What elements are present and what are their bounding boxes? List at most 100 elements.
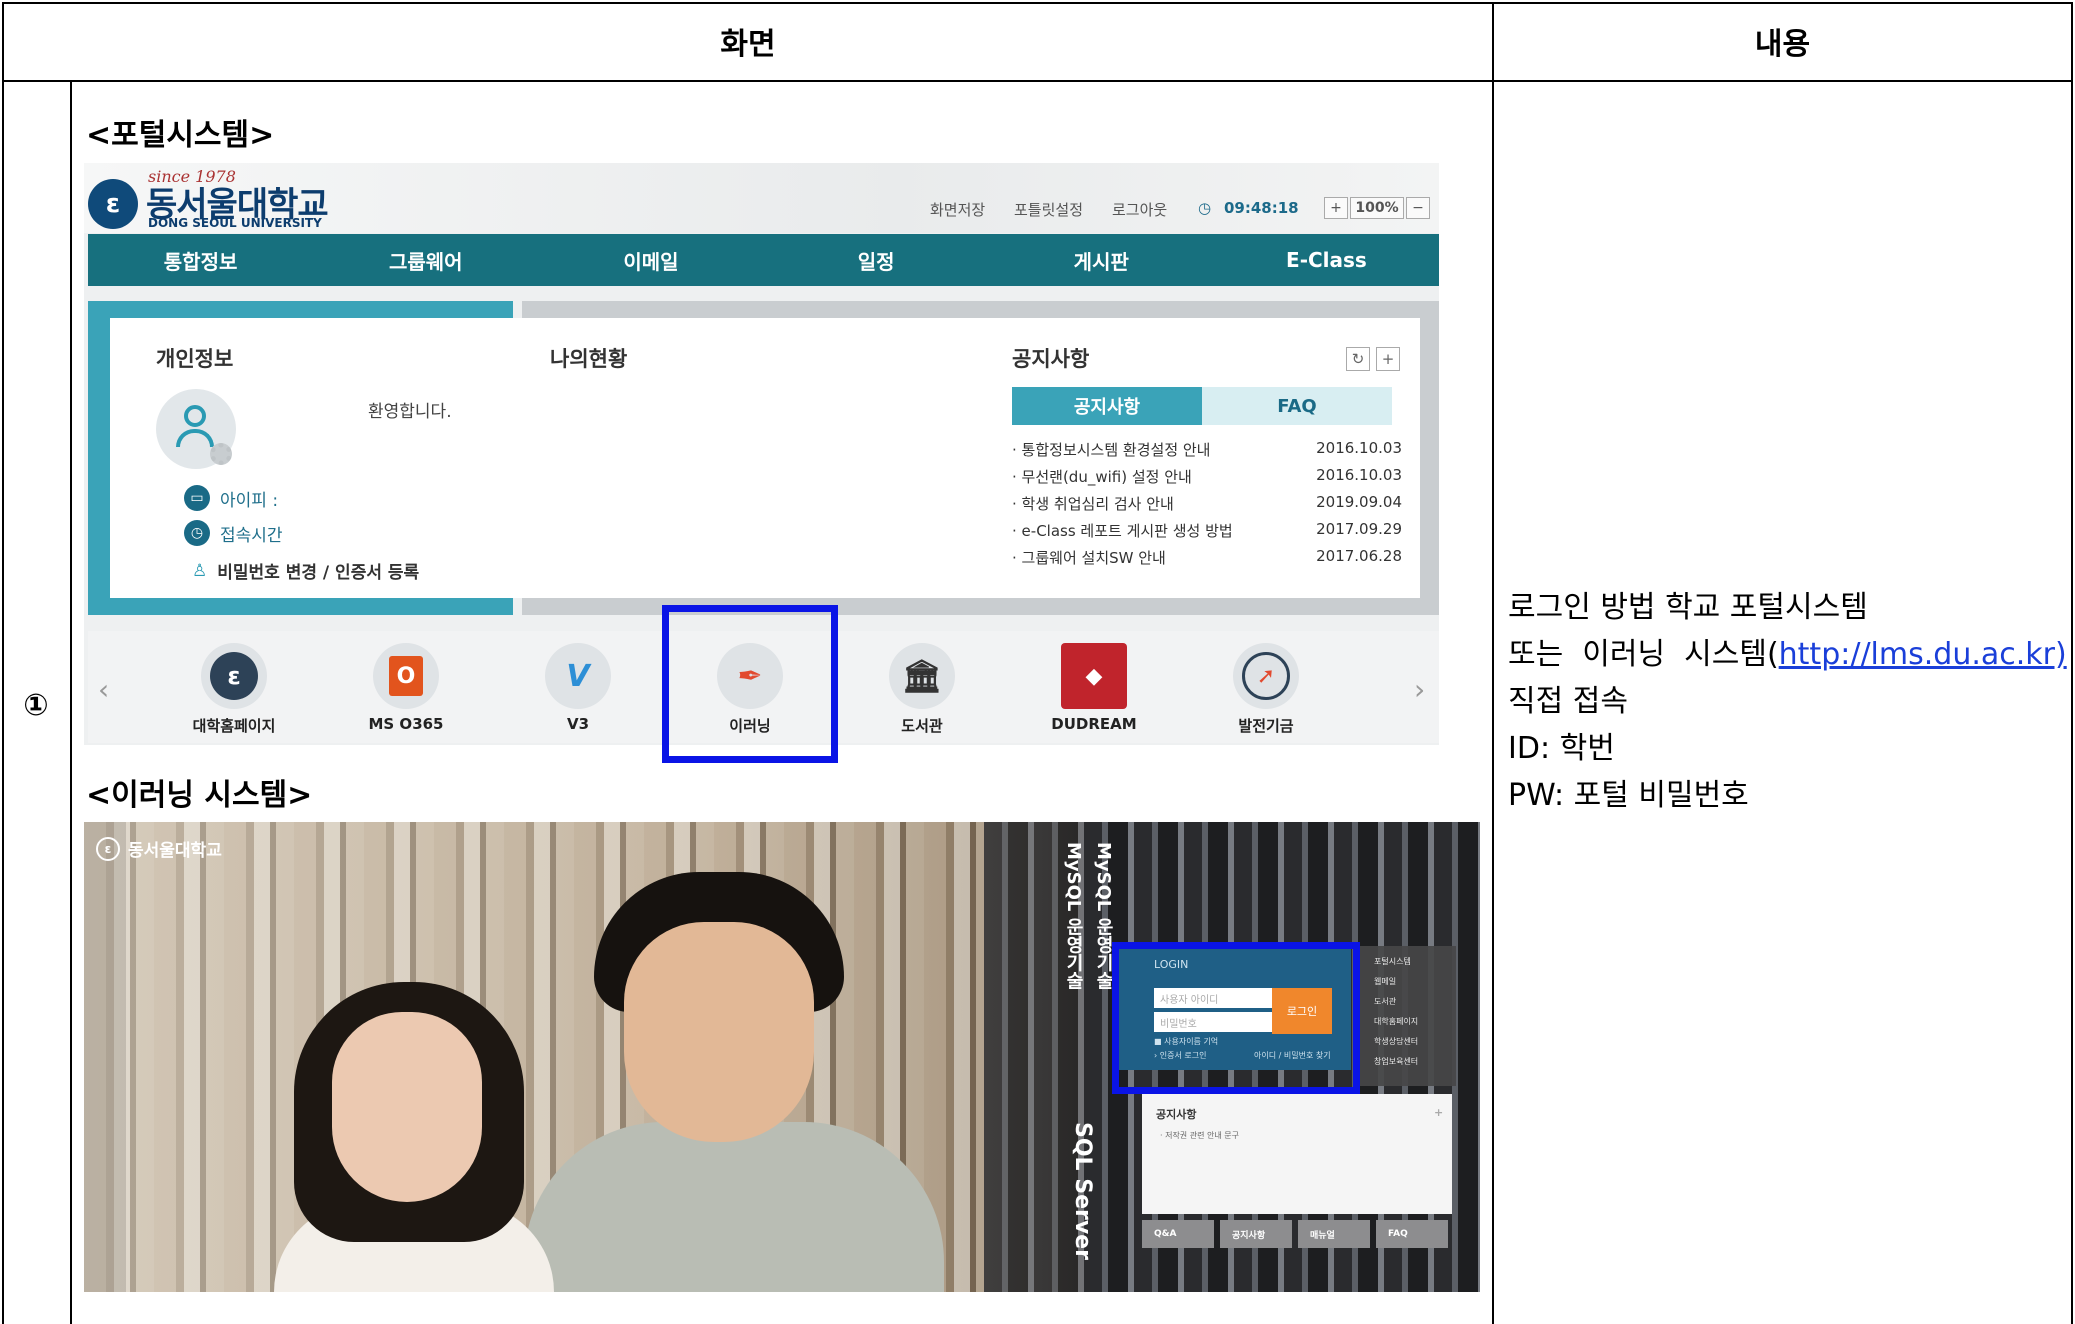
login-highlight-box [1112,942,1360,1094]
nav-item[interactable]: 그룹웨어 [313,234,538,286]
elearning-logo-text: 동서울대학교 [128,841,222,861]
row-number: ① [23,687,49,723]
save-screen-link[interactable]: 화면저장 [930,199,985,220]
quick-link-label: V3 [566,715,590,733]
university-logo-icon: ε [201,643,267,709]
prev-arrow-icon[interactable]: ‹ [98,673,109,706]
university-logo-icon: ε [96,836,120,861]
quick-link-item[interactable]: ◆ DUDREAM [1024,643,1164,733]
notice-item-title: · e-Class 레포트 게시판 생성 방법 [1012,522,1233,540]
dudream-icon: ◆ [1061,643,1127,709]
alarm-clock-icon: ◷ [184,520,210,546]
avatar[interactable] [156,389,236,469]
lms-link[interactable]: http://lms.du.ac.kr) [1779,637,2067,672]
description-line: ID: 학번 [1508,731,1615,766]
side-menu-item[interactable]: 웹메일 [1374,976,1396,987]
elearning-logo: ε 동서울대학교 [96,836,222,861]
logout-link[interactable]: 로그아웃 [1112,199,1167,220]
quick-link-item[interactable]: ε 대학홈페이지 [164,643,304,736]
notice-item-date: 2016.10.03 [1316,466,1402,484]
library-icon: 🏛 [889,643,955,709]
notice-item-title: · 그룹웨어 설치SW 안내 [1012,549,1166,567]
bottom-tab[interactable]: 공지사항 [1220,1220,1292,1248]
side-menu-item[interactable]: 포털시스템 [1374,956,1411,967]
nav-item[interactable]: 게시판 [989,234,1214,286]
table-number-divider [70,80,72,1324]
side-menu-item[interactable]: 대학홈페이지 [1374,1016,1418,1027]
quick-link-item[interactable]: O MS O365 [336,643,476,733]
tab-notice[interactable]: 공지사항 [1012,387,1202,425]
status-title: 나의현황 [550,347,628,371]
quick-link-item[interactable]: V V3 [508,643,648,733]
bottom-tab[interactable]: Q&A [1142,1220,1214,1248]
quick-link-label: 발전기금 [1238,717,1294,735]
book-spine: SQL Server [1070,1122,1095,1260]
nav-item[interactable]: 이메일 [538,234,763,286]
refresh-icon[interactable]: ↻ [1346,347,1370,371]
table-header-divider [2,80,2073,82]
portal-section-title: <포털시스템> [86,118,275,153]
description-line: 직접 접속 [1508,684,1628,719]
person-image [332,1012,482,1202]
notice-item-title: · 학생 취업심리 검사 안내 [1012,495,1174,513]
bottom-tab[interactable]: FAQ [1376,1220,1448,1248]
clock-icon: ◷ [1198,199,1212,217]
ip-label: 아이피 : [220,490,279,511]
elearning-notice-more[interactable]: + [1434,1106,1443,1119]
access-time-label: 접속시간 [220,525,283,546]
notice-item-title: · 무선랜(du_wifi) 설정 안내 [1012,468,1192,486]
v3-icon: V [545,643,611,709]
description-text: 또는 이러닝 시스템( [1508,637,1779,672]
university-logo-icon: ε [88,179,138,229]
header-content: 내용 [1754,27,1811,62]
portal-nav: 통합정보 그룹웨어 이메일 일정 게시판 E-Class [88,234,1439,286]
notice-item[interactable]: · 무선랜(du_wifi) 설정 안내 2016.10.03 [1012,466,1402,487]
zoom-in-button[interactable]: + [1324,197,1348,219]
user-icon [184,405,206,427]
description-line: 로그인 방법 학교 포털시스템 [1508,590,1868,625]
elearning-highlight-box [662,605,838,763]
gear-icon[interactable] [210,443,232,465]
more-button[interactable]: + [1376,347,1400,371]
notice-item[interactable]: · 통합정보시스템 환경설정 안내 2016.10.03 [1012,439,1402,460]
compass-icon: ➚ [1233,643,1299,709]
notice-item-date: 2017.06.28 [1316,547,1402,565]
table-border-right [2071,2,2073,1324]
notice-item[interactable]: · e-Class 레포트 게시판 생성 방법 2017.09.29 [1012,520,1402,541]
notice-item-title-text: e-Class 레포트 게시판 생성 방법 [1021,522,1233,540]
quick-link-label: DUDREAM [1051,715,1137,733]
nav-item[interactable]: 통합정보 [88,234,313,286]
notice-item[interactable]: · 그룹웨어 설치SW 안내 2017.06.28 [1012,547,1402,568]
description-line: 또는 이러닝 시스템(http://lms.du.ac.kr) [1508,631,2067,678]
quick-link-item[interactable]: 🏛 도서관 [852,643,992,736]
notice-item-title-text: 무선랜(du_wifi) 설정 안내 [1021,468,1192,486]
person-image [624,922,814,1142]
notice-item-title-text: 그룹웨어 설치SW 안내 [1021,549,1166,567]
side-menu-item[interactable]: 창업보육센터 [1374,1056,1418,1067]
header-screen: 화면 [720,27,776,62]
quick-link-label: 대학홈페이지 [192,717,276,735]
elearning-section-title: <이러닝 시스템> [86,778,313,813]
notice-item-title-text: 학생 취업심리 검사 안내 [1021,495,1174,513]
user-outline-icon: ♙ [192,560,208,581]
quick-link-label: 도서관 [901,717,943,735]
side-menu-item[interactable]: 학생상담센터 [1374,1036,1418,1047]
side-menu-item[interactable]: 도서관 [1374,996,1396,1007]
table-column-divider [1492,2,1494,1324]
personal-title: 개인정보 [156,347,234,371]
elearning-notice-item[interactable]: · 저작권 관련 안내 문구 [1160,1130,1239,1141]
notice-item-date: 2016.10.03 [1316,439,1402,457]
portlet-settings-link[interactable]: 포틀릿설정 [1014,199,1083,220]
user-icon-body [176,429,214,447]
office-icon: O [373,643,439,709]
nav-item[interactable]: E-Class [1214,234,1439,286]
zoom-out-button[interactable]: − [1406,197,1430,219]
bottom-tab[interactable]: 매뉴얼 [1298,1220,1370,1248]
password-change-link[interactable]: ♙ 비밀번호 변경 / 인증서 등록 [192,558,420,584]
tab-faq[interactable]: FAQ [1202,387,1392,425]
nav-item[interactable]: 일정 [764,234,989,286]
password-change-label: 비밀번호 변경 / 인증서 등록 [217,563,420,583]
next-arrow-icon[interactable]: › [1414,673,1425,706]
quick-link-item[interactable]: ➚ 발전기금 [1196,643,1336,736]
notice-item[interactable]: · 학생 취업심리 검사 안내 2019.09.04 [1012,493,1402,514]
